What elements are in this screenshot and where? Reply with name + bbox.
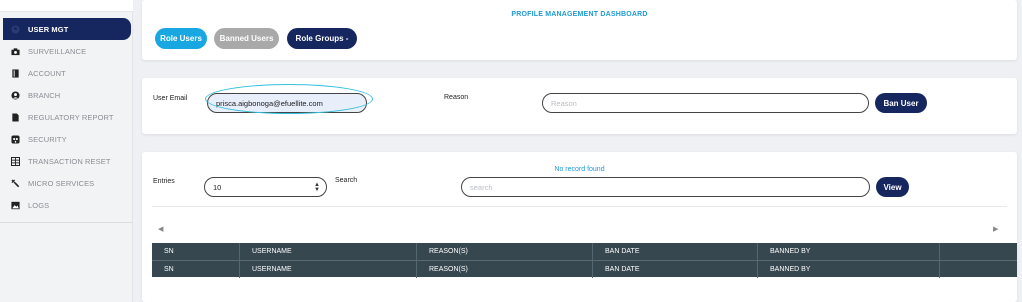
- sidebar-item-label: ACCOUNT: [28, 68, 66, 78]
- banned-users-table: SN USERNAME REASON(S) BAN DATE BANNED BY…: [152, 243, 1017, 278]
- column-footer: USERNAME: [240, 260, 417, 278]
- sidebar-item-micro-services[interactable]: MICRO SERVICES: [3, 172, 131, 194]
- role-groups-button[interactable]: Role Groups -: [287, 28, 357, 49]
- scroll-left-arrow-icon[interactable]: ◀: [158, 225, 163, 233]
- column-header[interactable]: REASON(S): [417, 243, 593, 260]
- sidebar-item-account[interactable]: ACCOUNT: [3, 62, 131, 84]
- banned-users-card: No record found Entries 10 ▲ ▼ Search sea…: [142, 152, 1017, 302]
- sidebar-item-branch[interactable]: BRANCH: [3, 84, 131, 106]
- column-header: [940, 243, 1017, 260]
- column-footer: REASON(S): [417, 260, 593, 278]
- dashboard-header-card: PROFILE MANAGEMENT DASHBOARD Role Users …: [142, 0, 1017, 60]
- sidebar-divider: [0, 222, 133, 223]
- email-label: User Email: [153, 95, 188, 102]
- select-caret-icon: ▲ ▼: [314, 182, 320, 193]
- scroll-right-arrow-icon[interactable]: ▶: [993, 225, 998, 233]
- grid-icon: [11, 156, 20, 166]
- sidebar-item-user-mgt[interactable]: USER MGT: [3, 18, 131, 40]
- search-placeholder: search: [470, 182, 493, 192]
- banned-users-button[interactable]: Banned Users: [214, 28, 279, 49]
- column-footer: SN: [152, 260, 240, 278]
- ban-user-button[interactable]: Ban User: [875, 93, 927, 113]
- table-header-row: SN USERNAME REASON(S) BAN DATE BANNED BY: [152, 243, 1017, 260]
- column-header[interactable]: SN: [152, 243, 240, 260]
- entries-label: Entries: [153, 178, 175, 185]
- ban-user-card: User Email prisca.aigbonoga@efuellite.co…: [142, 78, 1017, 134]
- book-icon: [11, 68, 20, 78]
- column-header[interactable]: USERNAME: [240, 243, 417, 260]
- list-divider: [152, 206, 1007, 207]
- sidebar-item-label: LOGS: [28, 200, 50, 210]
- sidebar-item-logs[interactable]: LOGS: [3, 194, 131, 216]
- sidebar-top-strip: [0, 0, 133, 12]
- no-record-message: No record found: [554, 166, 605, 173]
- role-users-button[interactable]: Role Users: [155, 28, 207, 49]
- user-icon: [11, 90, 20, 100]
- sidebar-item-label: BRANCH: [28, 90, 61, 100]
- user-circle-icon: [11, 24, 20, 34]
- reason-input[interactable]: Reason: [542, 93, 869, 113]
- sidebar: USER MGT SURVEILLANCE ACCOUNT BRANCH REG…: [0, 0, 133, 302]
- sidebar-item-label: SURVEILLANCE: [28, 46, 87, 56]
- sidebar-item-label: MICRO SERVICES: [28, 178, 95, 188]
- entries-value: 10: [213, 182, 222, 192]
- sidebar-item-label: TRANSACTION RESET: [28, 156, 111, 166]
- search-input[interactable]: search: [461, 177, 870, 197]
- camera-icon: [11, 47, 20, 56]
- sidebar-item-label: SECURITY: [28, 134, 67, 144]
- table-footer-row: SN USERNAME REASON(S) BAN DATE BANNED BY: [152, 260, 1017, 278]
- reason-label: Reason: [444, 94, 469, 101]
- wrench-icon: [11, 178, 20, 188]
- column-footer: [940, 261, 1017, 278]
- sidebar-item-transaction-reset[interactable]: TRANSACTION RESET: [3, 150, 131, 172]
- column-header[interactable]: BAN DATE: [593, 243, 758, 260]
- sidebar-item-surveillance[interactable]: SURVEILLANCE: [3, 40, 131, 62]
- entries-select[interactable]: 10 ▲ ▼: [204, 177, 327, 197]
- sidebar-item-regulatory-report[interactable]: REGULATORY REPORT: [3, 106, 131, 128]
- column-footer: BANNED BY: [758, 260, 940, 278]
- email-highlight-ring: [205, 84, 373, 114]
- column-footer: BAN DATE: [593, 260, 758, 278]
- sidebar-item-label: USER MGT: [28, 24, 69, 34]
- view-button[interactable]: View: [876, 177, 909, 197]
- sidebar-item-security[interactable]: SECURITY: [3, 128, 131, 150]
- page-title: PROFILE MANAGEMENT DASHBOARD: [511, 11, 648, 18]
- reason-placeholder: Reason: [551, 98, 577, 108]
- image-icon: [11, 201, 20, 210]
- skull-icon: [11, 134, 20, 144]
- sidebar-item-label: REGULATORY REPORT: [28, 112, 114, 122]
- search-label: Search: [335, 177, 358, 184]
- column-header[interactable]: BANNED BY: [758, 243, 940, 260]
- document-icon: [11, 112, 20, 122]
